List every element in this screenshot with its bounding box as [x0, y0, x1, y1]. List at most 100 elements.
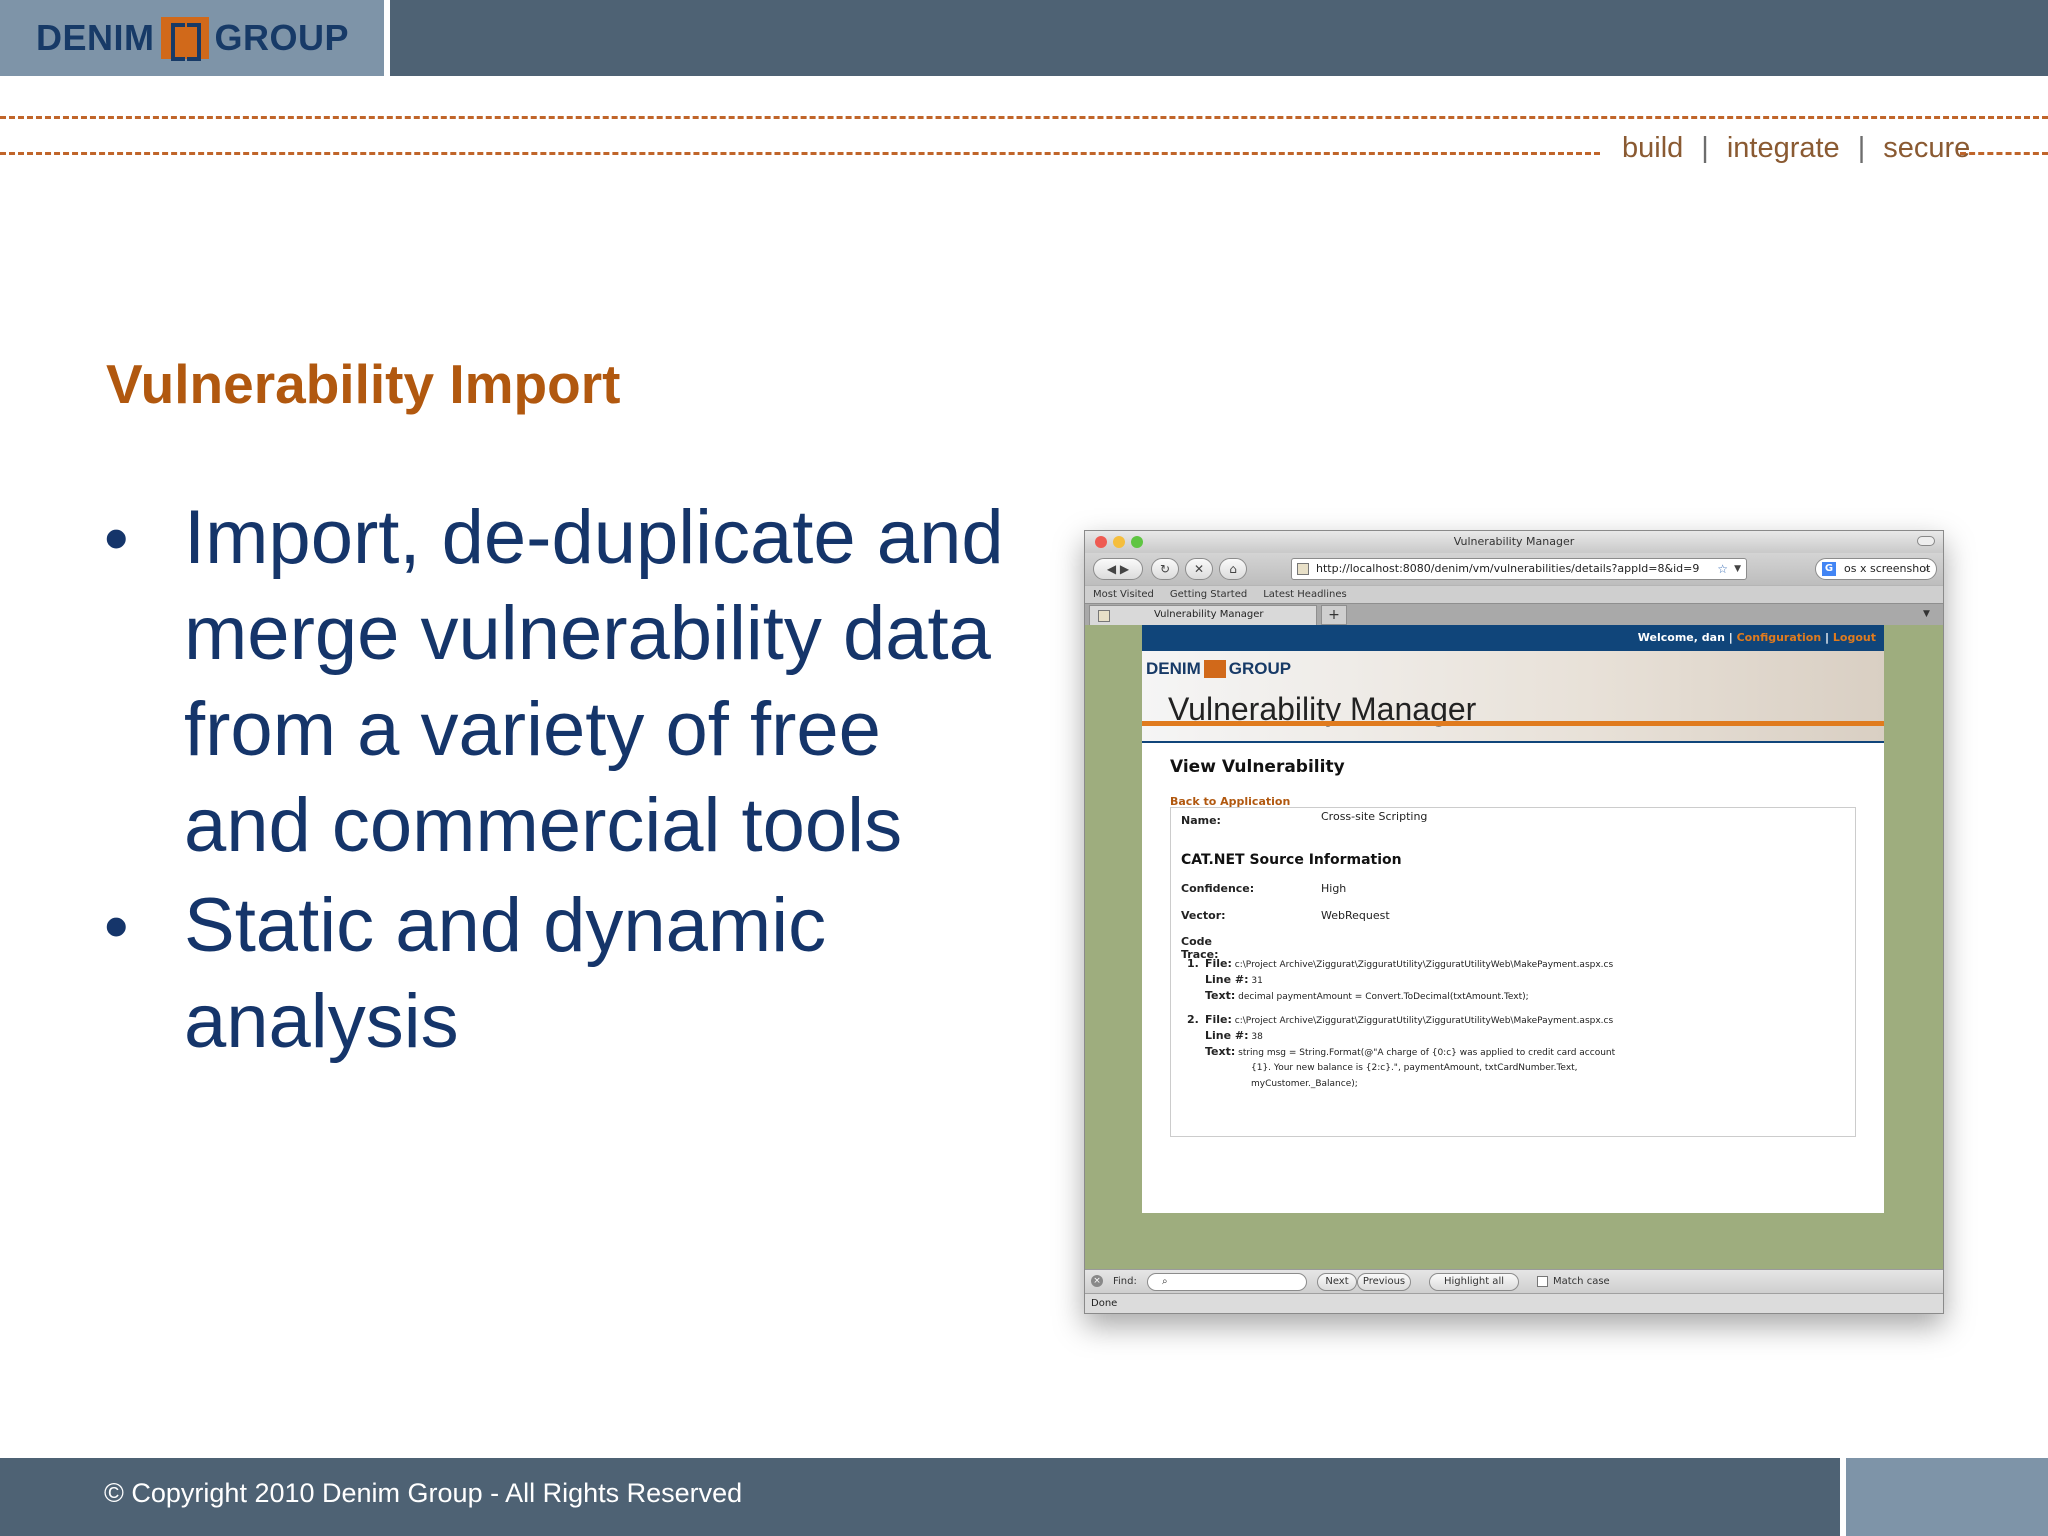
copyright-text: © Copyright 2010 Denim Group - All Right… [104, 1478, 743, 1508]
tagline-separator: | [1701, 132, 1709, 164]
trace-item: 2. File: c:\Project Archive\Ziggurat\Zig… [1187, 1012, 1847, 1094]
trace-text-continued: {1}. Your new balance is {2:c}.", paymen… [1251, 1063, 1578, 1073]
bookmark-most-visited[interactable]: Most Visited [1093, 589, 1154, 600]
trace-number: 2. [1187, 1013, 1199, 1026]
confidence-label: Confidence: [1181, 882, 1255, 895]
address-bar[interactable]: http://localhost:8080/denim/vm/vulnerabi… [1291, 558, 1747, 580]
tagline: build | integrate | secure [1622, 132, 1970, 165]
app-logo-text-denim: DENIM [1146, 659, 1201, 678]
tab-label: Vulnerability Manager [1154, 609, 1264, 620]
app-top-bar: Welcome, dan | Configuration | Logout [1142, 625, 1884, 651]
name-value: Cross-site Scripting [1321, 810, 1428, 823]
bullet-list: Import, de-duplicate and merge vulnerabi… [104, 490, 1004, 1070]
trace-file-line: File: c:\Project Archive\Ziggurat\Ziggur… [1205, 957, 1614, 970]
find-bar: × Find: ⌕ Next Previous Highlight all Ma… [1085, 1269, 1943, 1293]
trace-line-number: 31 [1251, 976, 1263, 986]
close-find-bar-icon[interactable]: × [1091, 1275, 1103, 1287]
browser-window-screenshot: Vulnerability Manager ◀ ▶ ↻ ✕ ⌂ http://l… [1084, 530, 1944, 1314]
status-text: Done [1091, 1298, 1118, 1309]
match-case-checkbox[interactable] [1537, 1276, 1548, 1287]
footer-accent-box [1840, 1458, 2048, 1536]
tagline-separator: | [1857, 132, 1866, 164]
history-dropdown-icon[interactable]: ▼ [1734, 559, 1741, 579]
tab-favicon-icon [1098, 610, 1110, 622]
vulnerability-content: View Vulnerability Back to Application N… [1170, 757, 1856, 1137]
dashed-divider-bottom [0, 152, 1600, 155]
bookmark-star-icon[interactable]: ☆ [1717, 559, 1728, 579]
new-tab-button[interactable]: + [1321, 605, 1347, 625]
section-heading: CAT.NET Source Information [1181, 852, 1402, 868]
find-previous-button[interactable]: Previous [1357, 1273, 1411, 1291]
home-icon[interactable]: ⌂ [1219, 558, 1247, 580]
tagline-secure: secure [1883, 132, 1971, 164]
dashed-divider-top [0, 116, 2048, 119]
slide-footer-bar: © Copyright 2010 Denim Group - All Right… [0, 1458, 2048, 1536]
slide-header-bar: DENIM GROUP [0, 0, 2048, 76]
trace-file: c:\Project Archive\Ziggurat\ZigguratUtil… [1234, 1016, 1614, 1026]
logo-text-denim: DENIM [36, 17, 155, 58]
trace-file: c:\Project Archive\Ziggurat\ZigguratUtil… [1234, 960, 1614, 970]
address-bar-url: http://localhost:8080/denim/vm/vulnerabi… [1316, 562, 1700, 575]
toolbar-toggle-icon[interactable] [1917, 536, 1935, 546]
trace-text-line: Text: decimal paymentAmount = Convert.To… [1205, 989, 1529, 1002]
bullet-item: Import, de-duplicate and merge vulnerabi… [104, 490, 1004, 874]
logout-link[interactable]: Logout [1833, 631, 1876, 644]
reload-icon[interactable]: ↻ [1151, 558, 1179, 580]
bookmark-getting-started[interactable]: Getting Started [1170, 589, 1247, 600]
app-logo-icon [1203, 660, 1226, 678]
status-bar: Done [1085, 1293, 1943, 1313]
trace-number: 1. [1187, 957, 1199, 970]
find-next-button[interactable]: Next [1317, 1273, 1357, 1291]
app-banner: DENIM GROUP Vulnerability Manager [1142, 651, 1884, 743]
stop-icon[interactable]: ✕ [1185, 558, 1213, 580]
bullet-item: Static and dynamic analysis [104, 878, 1004, 1070]
trace-linenum-line: Line #: 38 [1205, 1029, 1263, 1042]
tagline-integrate: integrate [1726, 132, 1840, 164]
search-box-value: os x screenshot [1844, 562, 1931, 575]
search-icon[interactable]: ⌕ [1924, 559, 1930, 579]
browser-window-title: Vulnerability Manager [1453, 535, 1575, 548]
bookmarks-toolbar: Most Visited Getting Started Latest Head… [1085, 585, 1943, 603]
trace-text: decimal paymentAmount = Convert.ToDecima… [1238, 992, 1529, 1002]
match-case-label: Match case [1553, 1276, 1610, 1287]
tagline-build: build [1622, 132, 1684, 164]
app-logo-text-group: GROUP [1228, 659, 1292, 678]
tab-list-icon[interactable]: ▼ [1923, 609, 1937, 621]
search-box[interactable]: G os x screenshot ⌕ [1815, 558, 1937, 580]
vector-label: Vector: [1181, 909, 1226, 922]
trace-linenum-line: Line #: 31 [1205, 973, 1263, 986]
page-heading: View Vulnerability [1170, 757, 1345, 777]
banner-orange-rule [1142, 721, 1884, 726]
denim-group-logo: DENIM GROUP [36, 14, 349, 62]
trace-text-continued: myCustomer._Balance); [1251, 1079, 1358, 1089]
find-search-icon: ⌕ [1162, 1276, 1168, 1287]
tab-strip: Vulnerability Manager + ▼ [1085, 603, 1943, 625]
logo-text-group: GROUP [214, 17, 350, 58]
confidence-value: High [1321, 882, 1347, 895]
browser-viewport: Welcome, dan | Configuration | Logout DE… [1085, 625, 1943, 1269]
tab-vulnerability-manager[interactable]: Vulnerability Manager [1089, 605, 1317, 625]
trace-text-line: Text: string msg = String.Format(@"A cha… [1205, 1045, 1616, 1058]
configuration-link[interactable]: Configuration [1737, 631, 1822, 644]
trace-item: 1. File: c:\Project Archive\Ziggurat\Zig… [1187, 956, 1847, 1006]
find-input[interactable]: ⌕ [1147, 1273, 1307, 1291]
name-label: Name: [1181, 814, 1221, 827]
dashed-divider-bottom-right [1960, 152, 2048, 155]
trace-line-number: 38 [1251, 1032, 1263, 1042]
app-denim-group-logo: DENIM GROUP [1146, 659, 1291, 679]
highlight-all-button[interactable]: Highlight all [1429, 1273, 1519, 1291]
welcome-text: Welcome, dan [1637, 631, 1725, 644]
site-favicon-icon [1297, 563, 1309, 575]
browser-toolbar: ◀ ▶ ↻ ✕ ⌂ http://localhost:8080/denim/vm… [1085, 553, 1943, 585]
browser-titlebar: Vulnerability Manager [1085, 531, 1943, 553]
header-logo-box: DENIM GROUP [0, 0, 390, 76]
vulnerability-detail-box: Name: Cross-site Scripting CAT.NET Sourc… [1170, 807, 1856, 1137]
web-page: Welcome, dan | Configuration | Logout DE… [1142, 625, 1884, 1213]
slide-title: Vulnerability Import [106, 353, 621, 415]
find-label: Find: [1113, 1276, 1137, 1287]
bookmark-latest-headlines[interactable]: Latest Headlines [1263, 589, 1347, 600]
google-engine-icon[interactable]: G [1822, 562, 1836, 576]
back-forward-button[interactable]: ◀ ▶ [1093, 558, 1143, 580]
denim-group-logo-icon [160, 17, 209, 61]
banner-blue-rule [1142, 741, 1884, 743]
